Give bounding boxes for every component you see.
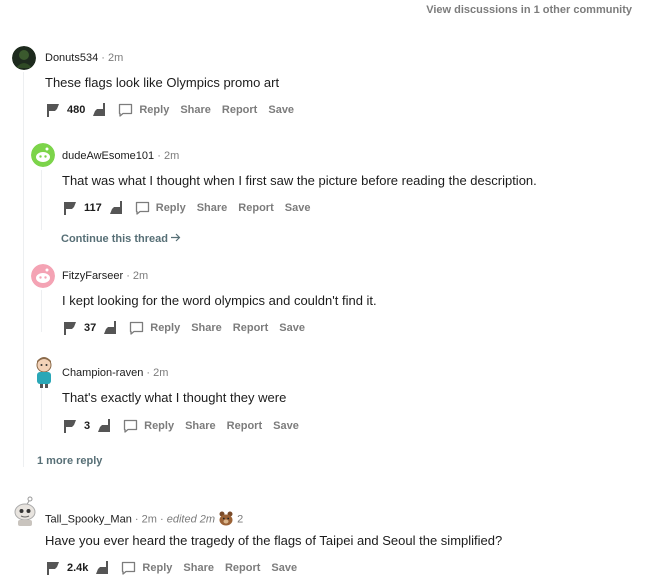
meta-separator: · <box>159 513 164 526</box>
meta-separator: · <box>101 52 105 64</box>
reply-button[interactable]: Reply <box>122 418 174 434</box>
reply-label: Reply <box>144 420 175 432</box>
reply-label: Reply <box>155 202 186 214</box>
upvote-icon[interactable] <box>62 320 78 336</box>
username[interactable]: Tall_Spooky_Man <box>45 513 132 525</box>
meta-separator: · <box>146 367 151 379</box>
comment-actions: 480 Reply Share Report Save <box>45 102 305 118</box>
username[interactable]: dudeAwEsome101 <box>62 150 154 162</box>
comment-actions: 37 Reply Share Report Save <box>62 320 316 336</box>
upvote-icon[interactable] <box>45 102 61 118</box>
reply-button[interactable]: Reply <box>128 320 180 336</box>
downvote-icon[interactable] <box>102 320 118 336</box>
share-button[interactable]: Share <box>191 322 222 334</box>
meta-separator: · <box>126 270 130 282</box>
vote-count: 2.4k <box>67 562 89 574</box>
thread-line[interactable] <box>41 388 42 430</box>
report-button[interactable]: Report <box>238 202 273 214</box>
comment-actions: 3 Reply Share Report Save <box>62 418 310 434</box>
downvote-icon[interactable] <box>94 560 110 576</box>
arrow-right-icon <box>171 233 181 245</box>
thread-line[interactable] <box>41 290 42 332</box>
reply-label: Reply <box>150 322 181 334</box>
meta-separator: · <box>134 513 139 526</box>
downvote-icon[interactable] <box>108 200 124 216</box>
share-button[interactable]: Share <box>183 562 214 574</box>
vote-count: 117 <box>84 202 102 214</box>
avatar[interactable] <box>31 356 57 388</box>
avatar[interactable] <box>12 496 38 526</box>
share-button[interactable]: Share <box>197 202 228 214</box>
comment-text: That's exactly what I thought they were <box>62 390 287 405</box>
thread-line[interactable] <box>41 170 42 230</box>
username[interactable]: Donuts534 <box>45 52 98 64</box>
timestamp[interactable]: 2m <box>133 270 148 282</box>
save-button[interactable]: Save <box>271 562 297 574</box>
continue-thread-label: Continue this thread <box>61 233 168 245</box>
save-button[interactable]: Save <box>279 322 305 334</box>
view-discussions-link[interactable]: View discussions in 1 other community <box>426 4 632 16</box>
avatar[interactable] <box>31 264 55 288</box>
timestamp[interactable]: 2m <box>108 52 123 64</box>
comment-text: These flags look like Olympics promo art <box>45 75 280 90</box>
reply-button[interactable]: Reply <box>120 560 172 576</box>
vote-count: 480 <box>67 104 86 116</box>
comment-meta: Donuts534 · 2m <box>45 52 123 64</box>
comment-meta: FitzyFarseer · 2m <box>62 270 148 282</box>
comment-text: I kept looking for the word olympics and… <box>62 293 377 308</box>
save-button[interactable]: Save <box>268 104 294 116</box>
reply-button[interactable]: Reply <box>117 102 169 118</box>
timestamp[interactable]: 2m <box>164 150 179 162</box>
username[interactable]: Champion-raven <box>62 367 143 379</box>
thread-line[interactable] <box>23 72 24 467</box>
meta-separator: · <box>157 150 161 162</box>
downvote-icon[interactable] <box>96 418 112 434</box>
vote-count: 37 <box>84 322 97 334</box>
upvote-icon[interactable] <box>45 560 61 576</box>
report-button[interactable]: Report <box>227 420 262 432</box>
reply-button[interactable]: Reply <box>134 200 186 216</box>
award-count: 2 <box>237 513 244 526</box>
vote-count: 3 <box>84 420 91 432</box>
share-button[interactable]: Share <box>185 420 216 432</box>
comment-actions: 117 Reply Share Report Save <box>62 200 321 216</box>
comment-actions: 2.4k Reply Share Report Save <box>45 560 308 576</box>
report-button[interactable]: Report <box>233 322 268 334</box>
save-button[interactable]: Save <box>285 202 311 214</box>
comment-text: That was what I thought when I first saw… <box>62 173 537 188</box>
comment-meta: Tall_Spooky_Man · 2m · edited 2m 2 <box>45 510 243 529</box>
report-button[interactable]: Report <box>225 562 260 574</box>
timestamp[interactable]: 2m <box>142 513 157 525</box>
continue-thread-link[interactable]: Continue this thread <box>61 233 181 245</box>
reply-label: Reply <box>139 104 170 116</box>
report-button[interactable]: Report <box>222 104 257 116</box>
avatar[interactable] <box>31 143 55 167</box>
avatar[interactable] <box>12 46 36 70</box>
upvote-icon[interactable] <box>62 418 78 434</box>
reply-label: Reply <box>142 562 173 574</box>
username[interactable]: FitzyFarseer <box>62 270 123 282</box>
upvote-icon[interactable] <box>62 200 78 216</box>
edited-label: edited 2m <box>166 513 216 526</box>
downvote-icon[interactable] <box>91 102 107 118</box>
comment-meta: dudeAwEsome101 · 2m <box>62 150 179 162</box>
share-button[interactable]: Share <box>180 104 211 116</box>
timestamp[interactable]: 2m <box>153 367 168 379</box>
comment-meta: Champion-raven · 2m <box>62 367 168 379</box>
save-button[interactable]: Save <box>273 420 299 432</box>
more-replies-link[interactable]: 1 more reply <box>37 455 102 467</box>
comment-text: Have you ever heard the tragedy of the f… <box>45 533 503 548</box>
award-icon[interactable] <box>218 510 234 529</box>
